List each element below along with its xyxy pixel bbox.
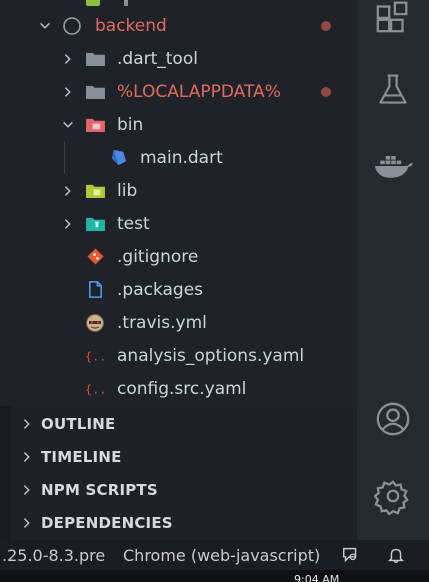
- tree-item-label: .travis.yml: [117, 312, 207, 333]
- tree-item-label: .packages: [117, 279, 204, 300]
- panel-label: TIMELINE: [41, 447, 122, 466]
- chevron-down-icon[interactable]: [58, 115, 78, 135]
- tree-item-label: config.src.yaml: [117, 378, 247, 399]
- panel-label: NPM SCRIPTS: [41, 480, 158, 499]
- partial-item: [124, 0, 128, 6]
- partial-folder-icon: [86, 0, 100, 6]
- folder-icon: [84, 82, 106, 102]
- chevron-right-icon[interactable]: [17, 513, 37, 533]
- tree-item-label: analysis_options.yaml: [117, 345, 305, 366]
- activity-bar: [357, 0, 429, 540]
- folder-icon: [84, 49, 106, 69]
- chevron-right-icon[interactable]: [58, 82, 78, 102]
- tree-item-localappdata[interactable]: %LOCALAPPDATA%: [11, 75, 357, 108]
- settings-gear-icon[interactable]: [371, 474, 415, 518]
- chevron-right-icon[interactable]: [58, 181, 78, 201]
- chevron-right-icon[interactable]: [58, 49, 78, 69]
- tree-item-label: main.dart: [140, 147, 223, 168]
- tree-item-main-dart[interactable]: main.dart: [11, 141, 357, 174]
- tree-item-label: lib: [117, 180, 138, 201]
- tree-item-bin[interactable]: bin: [11, 108, 357, 141]
- status-bar: .25.0-8.3.pre Chrome (web-javascript): [0, 540, 429, 570]
- tree-item-config-src[interactable]: {..} config.src.yaml: [11, 372, 357, 405]
- tree-item-backend[interactable]: backend: [11, 9, 357, 42]
- panel-dependencies[interactable]: DEPENDENCIES: [11, 506, 357, 539]
- feedback-icon[interactable]: [340, 544, 362, 566]
- tree-item-label: .dart_tool: [117, 48, 198, 69]
- clock: 9:04 AM: [294, 573, 340, 582]
- folder-circle-icon: [61, 16, 83, 36]
- chevron-right-icon[interactable]: [17, 480, 37, 500]
- modified-dot: [321, 86, 331, 97]
- tree-item-travis[interactable]: .travis.yml: [11, 306, 357, 339]
- panel-timeline[interactable]: TIMELINE: [11, 440, 357, 473]
- chevron-right-icon[interactable]: [58, 214, 78, 234]
- flutter-version[interactable]: .25.0-8.3.pre: [2, 546, 105, 565]
- tree-item-label: %LOCALAPPDATA%: [117, 81, 281, 102]
- extensions-icon[interactable]: [371, 0, 415, 38]
- tree-item-label: bin: [117, 114, 144, 135]
- panel-outline[interactable]: OUTLINE: [11, 407, 357, 440]
- chevron-right-icon[interactable]: [17, 414, 37, 434]
- file-icon: [84, 280, 106, 300]
- os-taskbar: 9:04 AM: [0, 570, 429, 582]
- tree-item-lib[interactable]: lib: [11, 174, 357, 207]
- yaml-icon: {..}: [84, 379, 106, 399]
- svg-text:{..}: {..}: [85, 349, 106, 363]
- tree-item-analysis-options[interactable]: {..} analysis_options.yaml: [11, 339, 357, 372]
- folder-bin-icon: [84, 115, 106, 135]
- tree-item-gitignore[interactable]: .gitignore: [11, 240, 357, 273]
- panel-label: DEPENDENCIES: [41, 513, 173, 532]
- tree-item-dart-tool[interactable]: .dart_tool: [11, 42, 357, 75]
- panel-label: OUTLINE: [41, 414, 116, 433]
- bell-icon[interactable]: [385, 544, 407, 566]
- chevron-right-icon[interactable]: [17, 447, 37, 467]
- panel-npm-scripts[interactable]: NPM SCRIPTS: [11, 473, 357, 506]
- testing-icon[interactable]: [371, 68, 415, 112]
- device-selector[interactable]: Chrome (web-javascript): [123, 546, 320, 565]
- docker-icon[interactable]: [371, 144, 415, 188]
- git-icon: [84, 247, 106, 267]
- folder-lib-icon: [84, 181, 106, 201]
- svg-text:{..}: {..}: [85, 382, 106, 396]
- dart-file-icon: [107, 148, 129, 168]
- tree-item-label: test: [117, 213, 150, 234]
- tree-item-label: .gitignore: [117, 246, 199, 267]
- account-icon[interactable]: [371, 397, 415, 441]
- tree-item-label: backend: [95, 15, 167, 36]
- tree-item-packages[interactable]: .packages: [11, 273, 357, 306]
- yaml-icon: {..}: [84, 346, 106, 366]
- travis-icon: [84, 313, 106, 333]
- explorer-tree: backend .dart_tool %LOCALAPPDATA% bin ma…: [0, 0, 357, 406]
- tree-item-test[interactable]: test: [11, 207, 357, 240]
- chevron-down-icon[interactable]: [35, 16, 55, 36]
- folder-test-icon: [84, 214, 106, 234]
- modified-dot: [321, 20, 331, 31]
